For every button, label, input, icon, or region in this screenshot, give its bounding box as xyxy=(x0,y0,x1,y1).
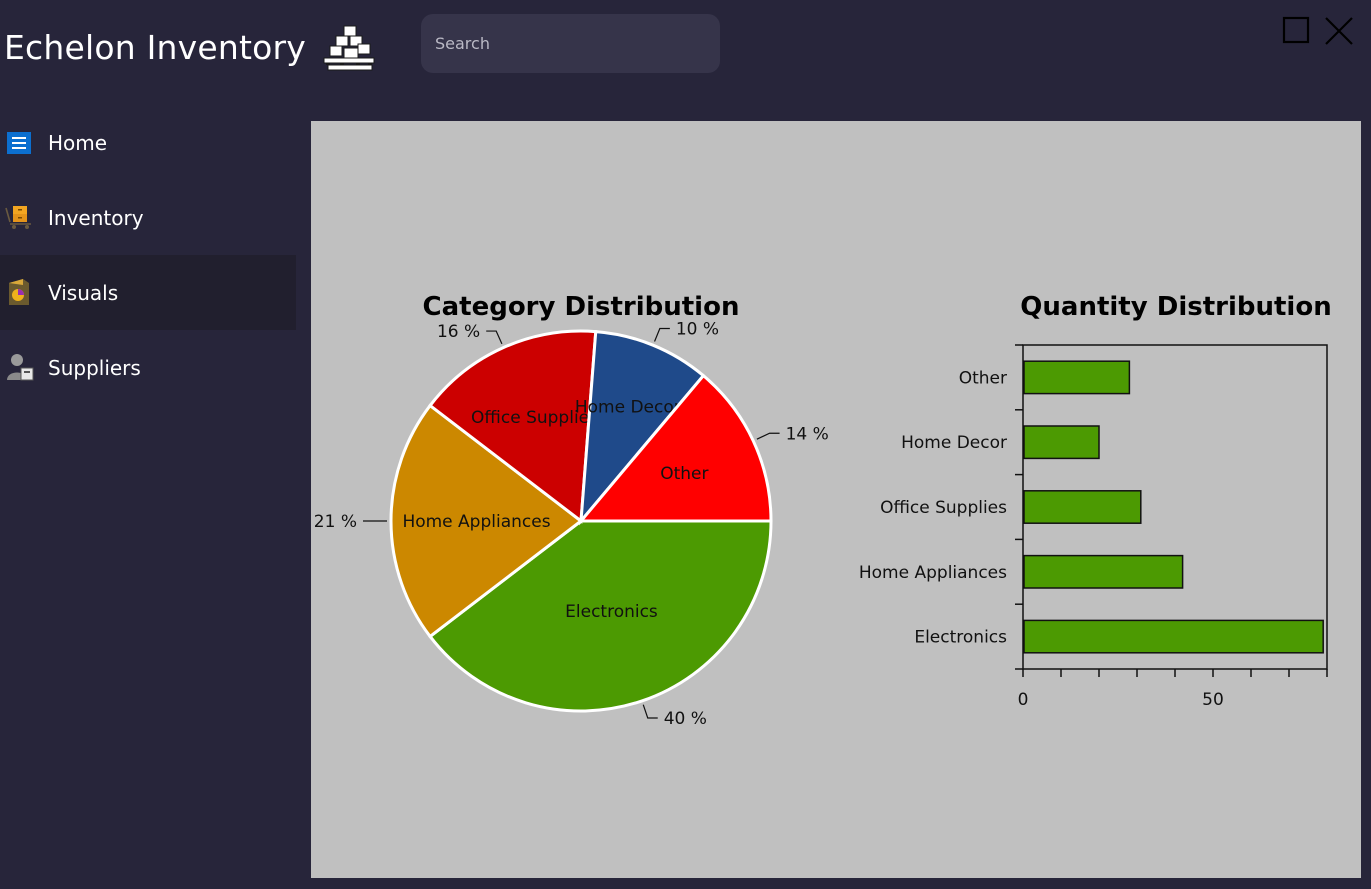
pie-category-label: Home Appliances xyxy=(402,512,550,532)
menu-icon xyxy=(7,132,31,154)
sidebar-item-label: Suppliers xyxy=(48,355,141,380)
bar xyxy=(1023,490,1142,524)
bar-category-label: Electronics xyxy=(914,628,1007,648)
sidebar-item-inventory[interactable]: Inventory xyxy=(0,180,296,255)
warehouse-boxes-logo-icon xyxy=(323,25,375,71)
pie-percent-label: 14 % xyxy=(786,424,829,444)
sidebar-item-label: Visuals xyxy=(48,280,119,305)
pie-leader-line xyxy=(653,327,670,342)
bar xyxy=(1023,619,1324,654)
pie-leader-line xyxy=(642,704,658,719)
x-tick-label: 0 xyxy=(1018,690,1029,710)
bar xyxy=(1023,360,1131,395)
pie-category-label: Electronics xyxy=(565,602,658,622)
bar-chart-title: Quantity Distribution xyxy=(1020,292,1331,322)
sidebar-item-visuals[interactable]: Visuals xyxy=(0,255,296,330)
visuals-chart-icon xyxy=(9,279,29,305)
bar-category-label: Office Supplies xyxy=(880,498,1007,518)
x-tick-label: 50 xyxy=(1202,690,1224,710)
supplier-icon xyxy=(7,354,34,381)
pie-percent-label: 21 % xyxy=(314,512,357,532)
bar xyxy=(1023,554,1184,589)
charts-canvas: Category Distribution Electronics 40 % Hom… xyxy=(314,292,1332,729)
close-icon[interactable] xyxy=(1322,14,1356,48)
sidebar-item-suppliers[interactable]: Suppliers xyxy=(0,330,296,405)
pie-category-label: Other xyxy=(660,464,708,484)
sidebar-item-home[interactable]: Home xyxy=(0,105,296,180)
bar-category-label: Home Decor xyxy=(901,433,1007,453)
bar xyxy=(1023,425,1100,460)
sidebar: Home Inventory Visuals Suppliers xyxy=(0,105,296,405)
sidebar-item-label: Inventory xyxy=(48,205,144,230)
app-title: Echelon Inventory xyxy=(4,28,306,67)
pie-percent-label: 40 % xyxy=(664,709,707,729)
sidebar-item-label: Home xyxy=(48,130,108,155)
visuals-panel: Category Distribution Electronics 40 % Hom… xyxy=(311,121,1361,878)
pie-leader-line xyxy=(756,432,780,440)
bar-category-label: Other xyxy=(959,368,1007,388)
pie-chart-title: Category Distribution xyxy=(423,292,740,322)
pie-percent-label: 16 % xyxy=(437,322,480,342)
bar-category-label: Home Appliances xyxy=(859,563,1007,583)
pie-percent-label: 10 % xyxy=(676,320,719,340)
maximize-icon[interactable] xyxy=(1280,14,1314,48)
inventory-cart-icon xyxy=(5,206,31,229)
bar-chart: Electronics Home Appliances Office Supplie… xyxy=(859,344,1328,710)
pie-leader-line xyxy=(486,330,503,345)
pie-category-label: Home Decor xyxy=(575,398,681,418)
search-input[interactable] xyxy=(421,14,720,73)
pie-chart: Electronics40 %Home Appliances21 %Office… xyxy=(314,320,829,729)
